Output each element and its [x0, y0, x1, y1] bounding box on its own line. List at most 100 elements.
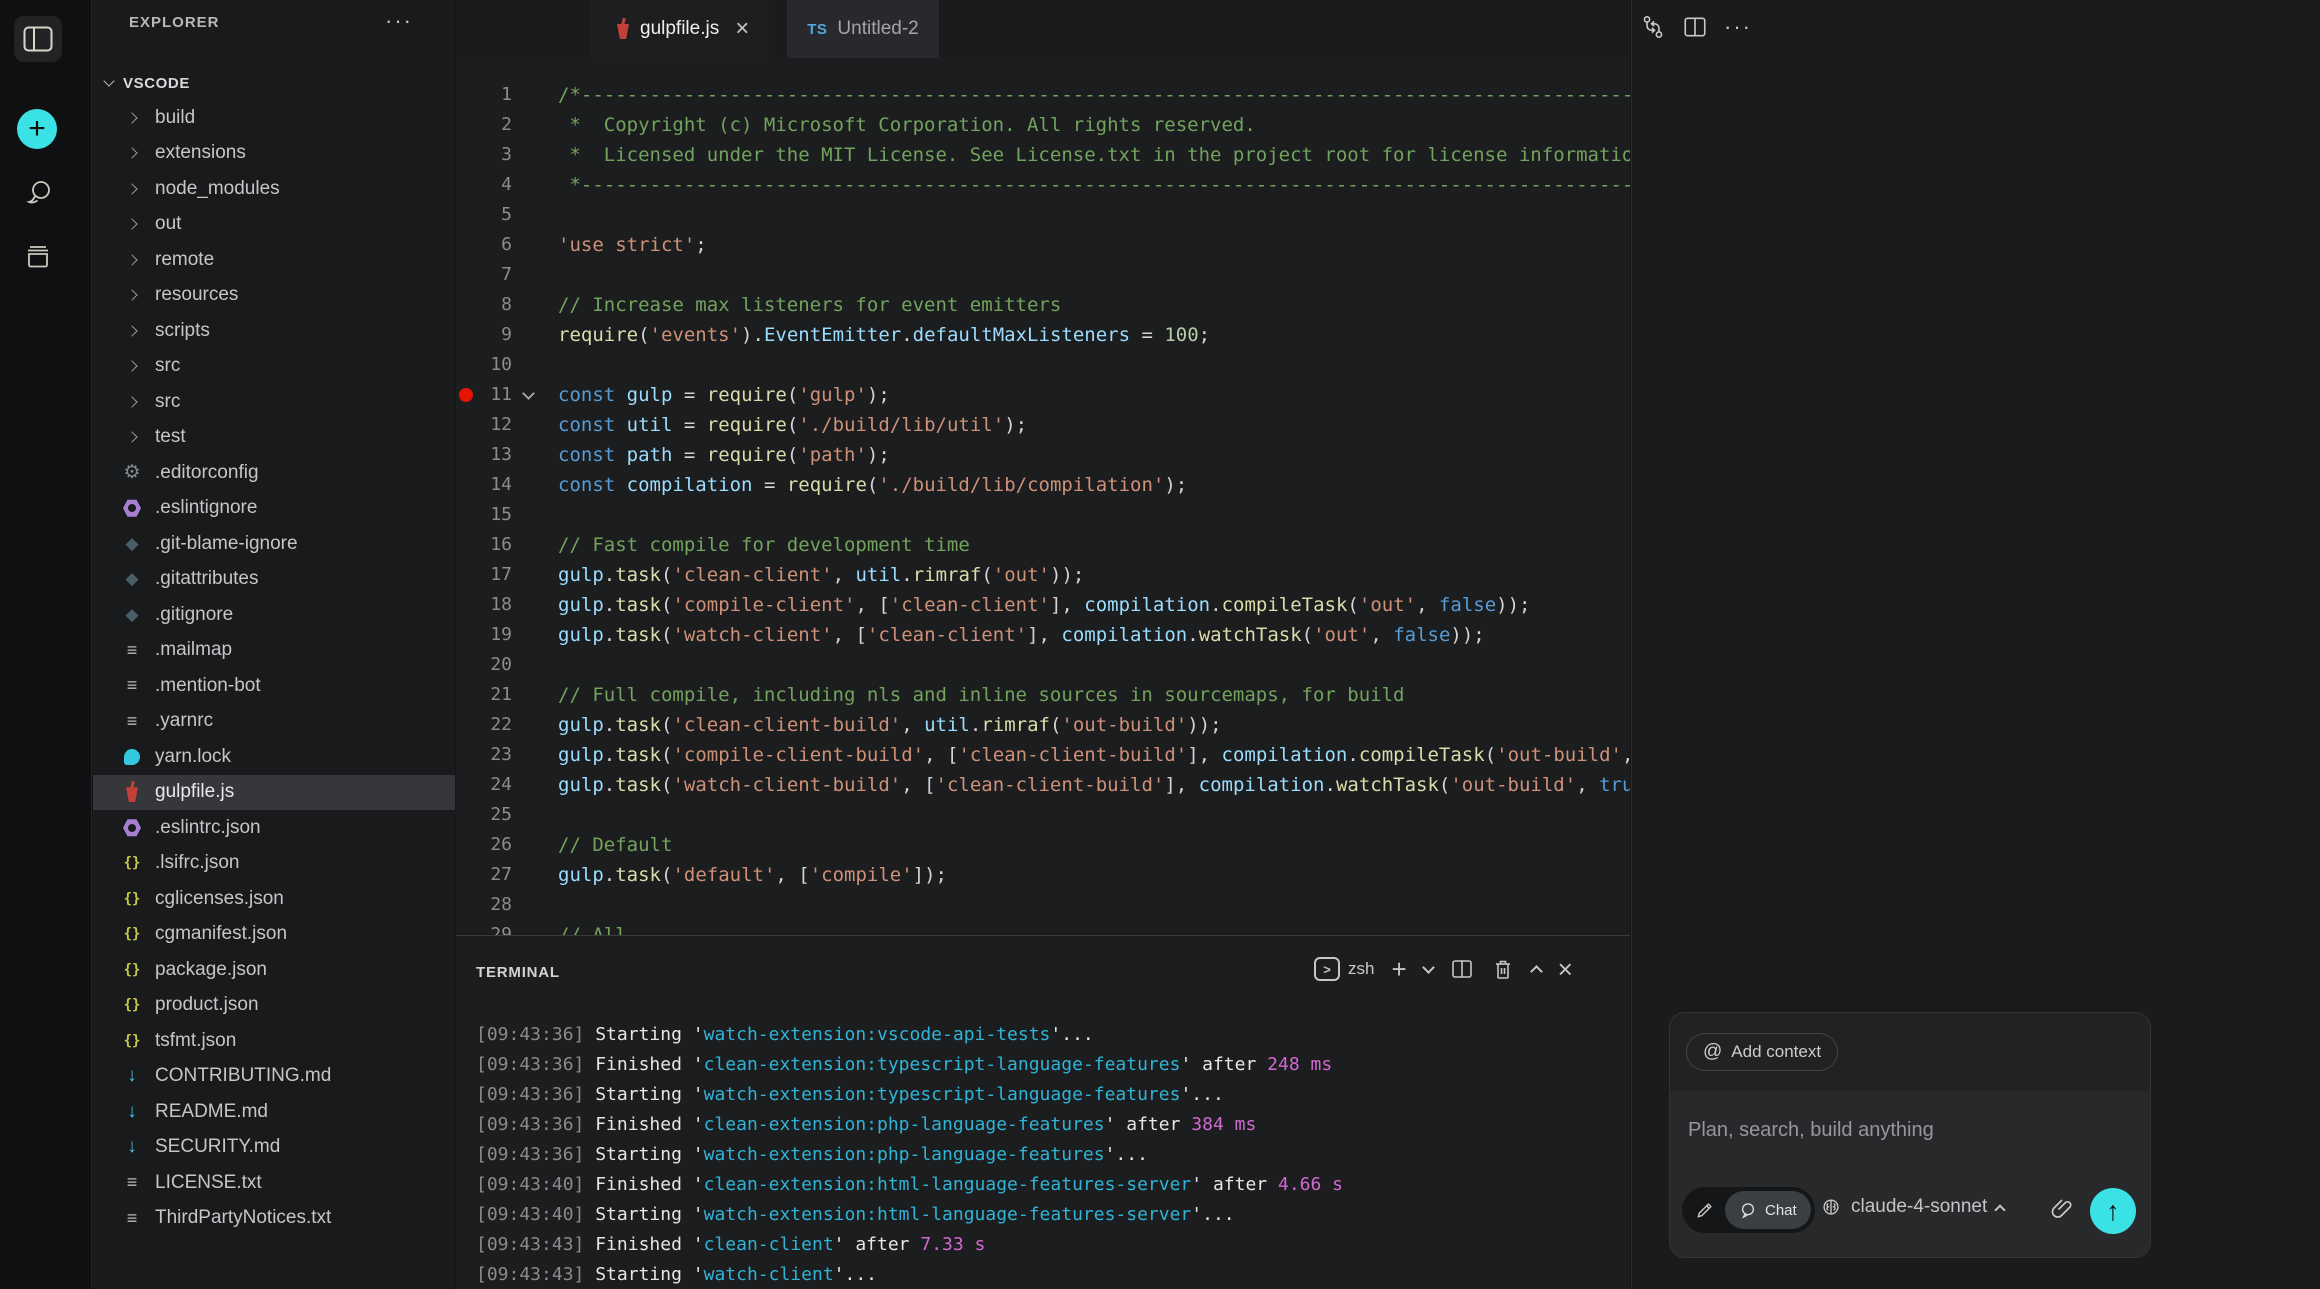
- file-tree-item-.mention-bot[interactable]: ≡.mention-bot: [93, 668, 455, 704]
- tab-untitled-2[interactable]: TS Untitled-2: [787, 0, 939, 58]
- file-label: .eslintignore: [155, 497, 257, 519]
- chevron-up-icon: [1995, 1204, 2006, 1215]
- file-tree-item-LICENSE.txt[interactable]: ≡LICENSE.txt: [93, 1165, 455, 1201]
- file-label: gulpfile.js: [155, 781, 234, 803]
- file-tree-item-.mailmap[interactable]: ≡ .mailmap: [93, 633, 455, 669]
- file-tree-item-resources[interactable]: resources: [93, 278, 455, 314]
- line-number: 18: [456, 590, 512, 620]
- file-tree-item-package.json[interactable]: {}package.json: [93, 952, 455, 988]
- code-editor[interactable]: 1/*-------------------------------------…: [456, 58, 1630, 935]
- file-tree-item-tsfmt.json[interactable]: {}tsfmt.json: [93, 1023, 455, 1059]
- tree-root-vscode[interactable]: VSCODE: [93, 66, 455, 100]
- terminal-shell-selector[interactable]: > zsh: [1314, 957, 1374, 981]
- json-icon: {}: [119, 959, 145, 981]
- file-tree-item-src[interactable]: src: [93, 349, 455, 385]
- kill-terminal-icon[interactable]: [1491, 957, 1515, 981]
- file-tree-item-yarn.lock[interactable]: yarn.lock: [93, 739, 455, 775]
- model-brain-icon: [1820, 1196, 1842, 1218]
- eslint-icon: [119, 497, 145, 519]
- add-context-button[interactable]: @ Add context: [1686, 1033, 1838, 1071]
- archive-button[interactable]: [16, 234, 60, 278]
- file-label: resources: [155, 284, 238, 306]
- terminal-line: [09:43:43] Finished 'clean-client' after…: [476, 1230, 1626, 1260]
- more-actions-icon[interactable]: ···: [1724, 14, 1752, 40]
- chat-input-card: @ Add context Plan, search, build anythi…: [1669, 1012, 2151, 1258]
- file-tree-item-SECURITY.md[interactable]: ↓SECURITY.md: [93, 1130, 455, 1166]
- new-chat-button[interactable]: +: [17, 109, 57, 149]
- file-label: tsfmt.json: [155, 1030, 236, 1052]
- line-number: 6: [456, 230, 512, 260]
- terminal-dropdown-icon[interactable]: [1422, 961, 1435, 974]
- file-tree-item-build[interactable]: build: [93, 100, 455, 136]
- toggle-sidebar-button[interactable]: [14, 16, 62, 62]
- file-tree-item-.eslintignore[interactable]: .eslintignore: [93, 491, 455, 527]
- file-tree-item-README.md[interactable]: ↓README.md: [93, 1094, 455, 1130]
- file-tree-item-cgmanifest.json[interactable]: {}cgmanifest.json: [93, 917, 455, 953]
- line-number: 13: [456, 440, 512, 470]
- attach-file-button[interactable]: [2050, 1197, 2074, 1221]
- file-tree-item-src[interactable]: src: [93, 384, 455, 420]
- lines-icon: ≡: [119, 639, 145, 661]
- open-changes-icon[interactable]: [1640, 14, 1666, 40]
- file-tree-item-ThirdPartyNotices.txt[interactable]: ≡ThirdPartyNotices.txt: [93, 1201, 455, 1237]
- terminal-line: [09:43:36] Finished 'clean-extension:php…: [476, 1110, 1626, 1140]
- fold-chevron-icon[interactable]: [522, 387, 535, 400]
- file-tree-item-out[interactable]: out: [93, 207, 455, 243]
- file-tree-item-scripts[interactable]: scripts: [93, 313, 455, 349]
- terminal-output[interactable]: [09:43:36] Starting 'watch-extension:vsc…: [476, 1020, 1626, 1289]
- sidebar-title: EXPLORER: [129, 14, 220, 31]
- line-number: 27: [456, 860, 512, 890]
- file-tree-item-product.json[interactable]: {}product.json: [93, 988, 455, 1024]
- file-tree-item-test[interactable]: test: [93, 420, 455, 456]
- file-label: .mailmap: [155, 639, 232, 661]
- file-tree-item-CONTRIBUTING.md[interactable]: ↓CONTRIBUTING.md: [93, 1059, 455, 1095]
- code-line-28: 28: [456, 890, 1630, 920]
- chat-history-button[interactable]: [16, 172, 60, 216]
- line-number: 29: [456, 920, 512, 935]
- explorer-more-actions-icon[interactable]: ···: [385, 8, 413, 34]
- terminal-line: [09:43:36] Starting 'watch-extension:typ…: [476, 1080, 1626, 1110]
- maximize-panel-icon[interactable]: [1530, 965, 1543, 978]
- activity-bar: +: [0, 0, 92, 1289]
- close-tab-icon[interactable]: ×: [735, 17, 749, 41]
- eslint-icon: [119, 817, 145, 839]
- folder-icon: [119, 320, 145, 342]
- file-tree-item-gulpfile.js[interactable]: gulpfile.js: [93, 775, 455, 811]
- terminal-panel-title[interactable]: TERMINAL: [476, 964, 560, 981]
- close-panel-icon[interactable]: ×: [1558, 956, 1573, 982]
- split-terminal-icon[interactable]: [1450, 957, 1474, 981]
- tab-gulpfile[interactable]: gulpfile.js ×: [590, 0, 769, 58]
- file-tree-item-.lsifrc.json[interactable]: {}.lsifrc.json: [93, 846, 455, 882]
- file-tree-item-cglicenses.json[interactable]: {}cglicenses.json: [93, 881, 455, 917]
- file-label: CONTRIBUTING.md: [155, 1065, 331, 1087]
- line-number: 21: [456, 680, 512, 710]
- split-editor-icon[interactable]: [1682, 14, 1708, 40]
- file-tree-item-.gitattributes[interactable]: ◆.gitattributes: [93, 562, 455, 598]
- line-number: 5: [456, 200, 512, 230]
- file-tree-item-.editorconfig[interactable]: ⚙.editorconfig: [93, 455, 455, 491]
- file-tree-item-extensions[interactable]: extensions: [93, 136, 455, 172]
- new-terminal-icon[interactable]: +: [1391, 956, 1406, 982]
- file-tree-item-.git-blame-ignore[interactable]: ◆.git-blame-ignore: [93, 526, 455, 562]
- chat-bubble-icon: [1739, 1201, 1757, 1219]
- code-line-14: 14const compilation = require('./build/l…: [456, 470, 1630, 500]
- file-tree-item-.eslintrc.json[interactable]: .eslintrc.json: [93, 810, 455, 846]
- file-tree-item-node_modules[interactable]: node_modules: [93, 171, 455, 207]
- file-tree-item-.yarnrc[interactable]: ≡.yarnrc: [93, 704, 455, 740]
- folder-icon: [119, 391, 145, 413]
- line-number: 1: [456, 80, 512, 110]
- file-tree-item-.gitignore[interactable]: ◆.gitignore: [93, 597, 455, 633]
- chat-bubbles-icon: [22, 178, 54, 210]
- file-tree-item-remote[interactable]: remote: [93, 242, 455, 278]
- mode-toggle[interactable]: Chat: [1682, 1187, 1815, 1233]
- send-arrow-icon: ↑: [2106, 1196, 2120, 1227]
- line-number: 14: [456, 470, 512, 500]
- send-button[interactable]: ↑: [2090, 1188, 2136, 1234]
- chat-mode-chip[interactable]: Chat: [1725, 1191, 1811, 1229]
- chat-input-area[interactable]: Plan, search, build anything Chat: [1670, 1091, 2150, 1257]
- model-selector[interactable]: claude-4-sonnet: [1820, 1196, 2004, 1218]
- code-line-1: 1/*-------------------------------------…: [456, 80, 1630, 110]
- archive-box-icon: [23, 241, 53, 271]
- code-line-12: 12const util = require('./build/lib/util…: [456, 410, 1630, 440]
- line-number: 22: [456, 710, 512, 740]
